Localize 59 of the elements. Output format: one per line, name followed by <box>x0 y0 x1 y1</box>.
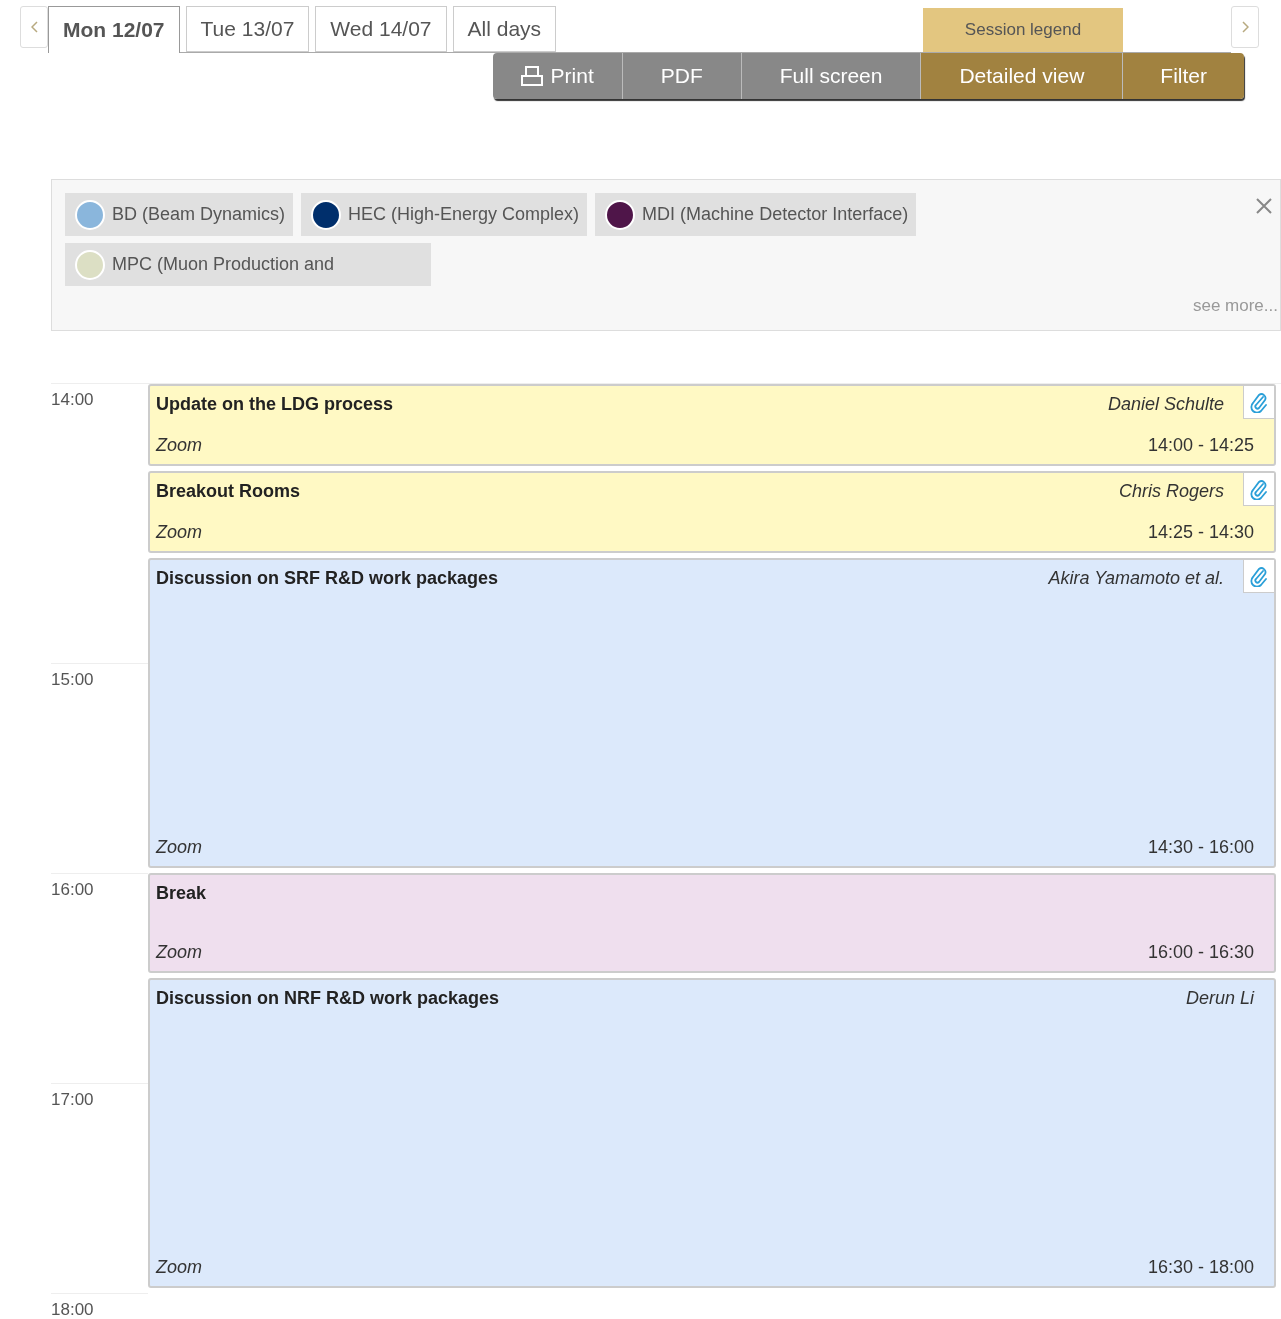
timetable-entry[interactable]: Discussion on SRF R&D work packages Akira Yamamoto et al. Zoom 14:30 - 16:00 <box>148 558 1276 868</box>
hour-label: 15:00 <box>51 670 94 689</box>
day-tab[interactable]: All days <box>452 6 557 52</box>
day-tab[interactable]: Wed 14/07 <box>315 6 447 52</box>
timetable-entry[interactable]: Update on the LDG process Daniel Schulte Zoom 14:00 - 14:25 <box>148 384 1276 466</box>
paperclip-icon <box>1250 478 1268 500</box>
chevron-left-icon <box>30 21 38 33</box>
day-tab[interactable]: Tue 13/07 <box>185 6 310 52</box>
previous-button[interactable] <box>20 6 48 48</box>
entry-title: Break <box>156 883 207 904</box>
speaker-name: Daniel Schulte <box>1107 394 1224 415</box>
location: Zoom <box>156 837 202 858</box>
toolbar-button[interactable]: PDF <box>621 53 741 99</box>
chevron-right-icon <box>1241 21 1249 33</box>
legend-label: MDI (Machine Detector Interface) <box>642 204 909 225</box>
toolbar-button[interactable]: Full screen <box>740 53 921 99</box>
time-range: 16:00 - 16:30 <box>1147 942 1254 963</box>
paperclip-icon <box>1250 565 1268 587</box>
timetable-entry[interactable]: Breakout Rooms Chris Rogers Zoom 14:25 - 14:30 <box>148 471 1276 553</box>
legend-label: MPC (Muon Production and <box>112 254 335 275</box>
location: Zoom <box>156 942 202 963</box>
location: Zoom <box>156 435 202 456</box>
toolbar-button[interactable]: Filter <box>1122 53 1244 99</box>
time-range: 14:30 - 16:00 <box>1147 837 1254 858</box>
toolbar-button[interactable]: Print <box>492 53 622 99</box>
printer-icon <box>520 65 543 87</box>
close-icon[interactable] <box>1256 198 1272 214</box>
hour-label: 16:00 <box>51 880 94 899</box>
hour-label: 14:00 <box>51 390 94 409</box>
legend-item[interactable]: MPC (Muon Production and <box>65 243 431 286</box>
legend-item[interactable]: HEC (High-Energy Complex) <box>301 193 588 236</box>
attachment-button[interactable] <box>1243 386 1274 419</box>
day-tab[interactable]: Mon 12/07 <box>48 6 180 53</box>
time-range: 14:25 - 14:30 <box>1147 522 1254 543</box>
entry-title: Update on the LDG process <box>156 394 394 415</box>
legend-label: BD (Beam Dynamics) <box>112 204 286 225</box>
location: Zoom <box>156 522 202 543</box>
legend-label: HEC (High-Energy Complex) <box>348 204 580 225</box>
location: Zoom <box>156 1257 202 1278</box>
attachment-button[interactable] <box>1243 473 1274 506</box>
timetable-entry[interactable]: Discussion on NRF R&D work packages Derun Li Zoom 16:30 - 18:00 <box>148 978 1276 1288</box>
next-button[interactable] <box>1231 6 1259 48</box>
paperclip-icon <box>1250 391 1268 413</box>
entry-title: Breakout Rooms <box>156 481 301 502</box>
speaker-name: Akira Yamamoto et al. <box>1048 568 1224 589</box>
toolbar-button[interactable]: Detailed view <box>920 53 1123 99</box>
hour-label: 17:00 <box>51 1090 94 1109</box>
timetable-entry[interactable]: Break Zoom 16:00 - 16:30 <box>148 873 1276 973</box>
legend-item[interactable]: MDI (Machine Detector Interface) <box>595 193 917 236</box>
hour-label: 18:00 <box>51 1300 94 1319</box>
legend-item[interactable]: BD (Beam Dynamics) <box>65 193 294 236</box>
speaker-name: Derun Li <box>1185 988 1254 1009</box>
attachment-button[interactable] <box>1243 560 1274 593</box>
entry-title: Discussion on NRF R&D work packages <box>156 988 500 1009</box>
entry-title: Discussion on SRF R&D work packages <box>156 568 499 589</box>
session-legend-tab[interactable]: Session legend <box>923 8 1123 52</box>
time-range: 16:30 - 18:00 <box>1147 1257 1254 1278</box>
time-range: 14:00 - 14:25 <box>1147 435 1254 456</box>
speaker-name: Chris Rogers <box>1118 481 1224 502</box>
